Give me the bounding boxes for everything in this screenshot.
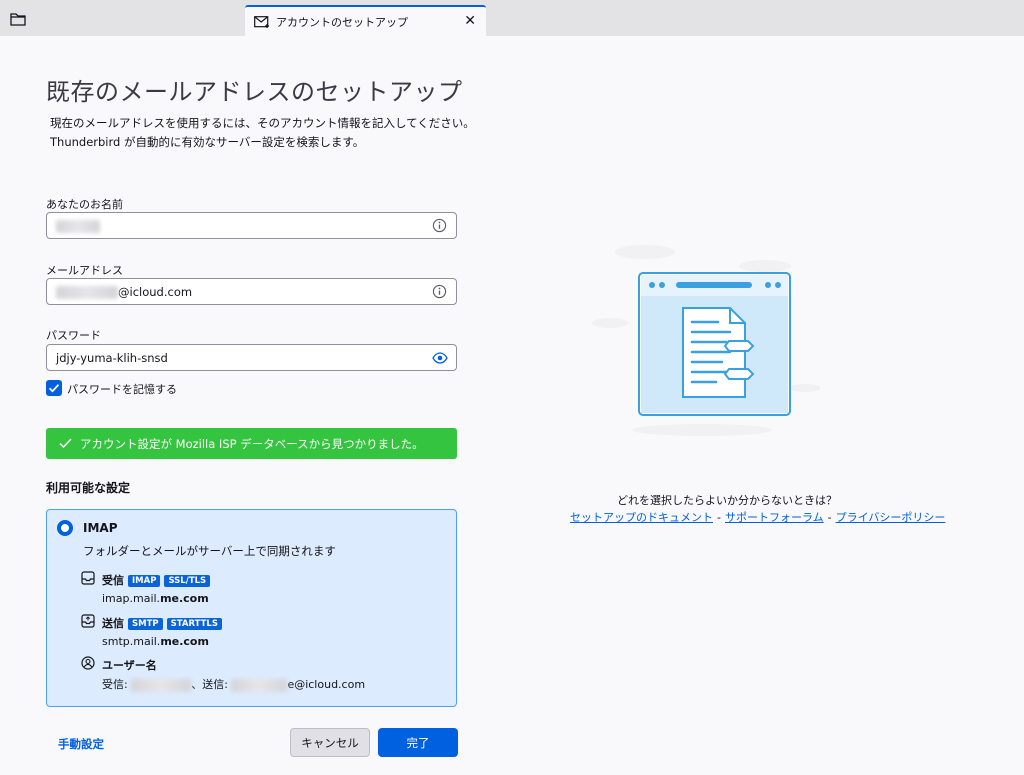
redacted-username: [231, 678, 288, 692]
outgoing-protocol-badge: SMTP: [128, 618, 163, 630]
outgoing-label: 送信 SMTP STARTTLS: [102, 615, 222, 631]
username-label: ユーザー名: [102, 659, 157, 672]
success-message: アカウント設定が Mozilla ISP データベースから見つかりました。: [80, 437, 424, 451]
remember-password-checkbox[interactable]: [46, 380, 62, 396]
email-suffix: @icloud.com: [118, 285, 193, 299]
redacted-username: [131, 678, 192, 692]
description-line-1: 現在のメールアドレスを使用するには、そのアカウント情報を記入してください。: [50, 116, 475, 130]
imap-title: IMAP: [83, 521, 118, 535]
support-forum-link[interactable]: サポートフォーラム: [725, 511, 824, 524]
name-input[interactable]: [46, 212, 457, 239]
manual-config-link[interactable]: 手動設定: [58, 736, 104, 752]
password-input[interactable]: jdjy-yuma-klih-snsd: [46, 344, 457, 371]
username-values: 受信: 、送信: e@icloud.com: [102, 678, 366, 692]
help-links: セットアップのドキュメント - サポートフォーラム - プライバシーポリシー: [570, 511, 946, 524]
password-label: パスワード: [46, 329, 101, 342]
incoming-protocol-badge: IMAP: [128, 575, 161, 587]
eye-icon[interactable]: [432, 351, 448, 365]
imap-description: フォルダーとメールがサーバー上で同期されます: [83, 544, 336, 558]
done-button[interactable]: 完了: [378, 728, 458, 757]
outbox-icon: [81, 614, 95, 628]
email-input[interactable]: @icloud.com: [46, 278, 457, 305]
inbox-icon: [81, 571, 95, 585]
tab-title: アカウントのセットアップ: [276, 16, 408, 29]
description-line-2: Thunderbird が自動的に有効なサーバー設定を検索します。: [50, 135, 365, 149]
tab-account-setup[interactable]: アカウントのセットアップ ✕: [245, 5, 486, 36]
email-label: メールアドレス: [46, 264, 123, 277]
setup-docs-link[interactable]: セットアップのドキュメント: [570, 511, 713, 524]
outgoing-host: smtp.mail.me.com: [102, 635, 209, 648]
password-value: jdjy-yuma-klih-snsd: [56, 351, 168, 365]
imap-radio[interactable]: [57, 520, 73, 536]
outgoing-security-badge: STARTTLS: [166, 618, 222, 630]
tab-bar: アカウントのセットアップ ✕: [0, 0, 1024, 36]
privacy-policy-link[interactable]: プライバシーポリシー: [836, 511, 946, 524]
incoming-label: 受信 IMAP SSL/TLS: [102, 572, 211, 588]
info-icon[interactable]: [432, 284, 447, 299]
remember-password-label: パスワードを記憶する: [67, 383, 177, 396]
page-title: 既存のメールアドレスのセットアップ: [46, 78, 463, 106]
document-illustration: [592, 245, 820, 436]
imap-config-option[interactable]: IMAP フォルダーとメールがサーバー上で同期されます 受信 IMAP SSL/TL…: [46, 509, 457, 707]
incoming-host: imap.mail.me.com: [102, 592, 209, 605]
redacted-name: [56, 220, 100, 233]
mail-add-icon: [254, 16, 269, 28]
user-icon: [81, 656, 95, 670]
help-question: どれを選択したらよいか分からないときは？: [617, 494, 837, 507]
check-icon: [59, 438, 72, 449]
check-icon: [48, 384, 60, 393]
redacted-email: [56, 286, 118, 299]
info-icon[interactable]: [432, 218, 447, 233]
folder-icon[interactable]: [10, 12, 26, 26]
cancel-button[interactable]: キャンセル: [290, 728, 370, 757]
success-notification: アカウント設定が Mozilla ISP データベースから見つかりました。: [46, 428, 457, 459]
close-icon[interactable]: ✕: [464, 13, 476, 29]
incoming-security-badge: SSL/TLS: [164, 575, 211, 587]
name-label: あなたのお名前: [46, 198, 123, 211]
